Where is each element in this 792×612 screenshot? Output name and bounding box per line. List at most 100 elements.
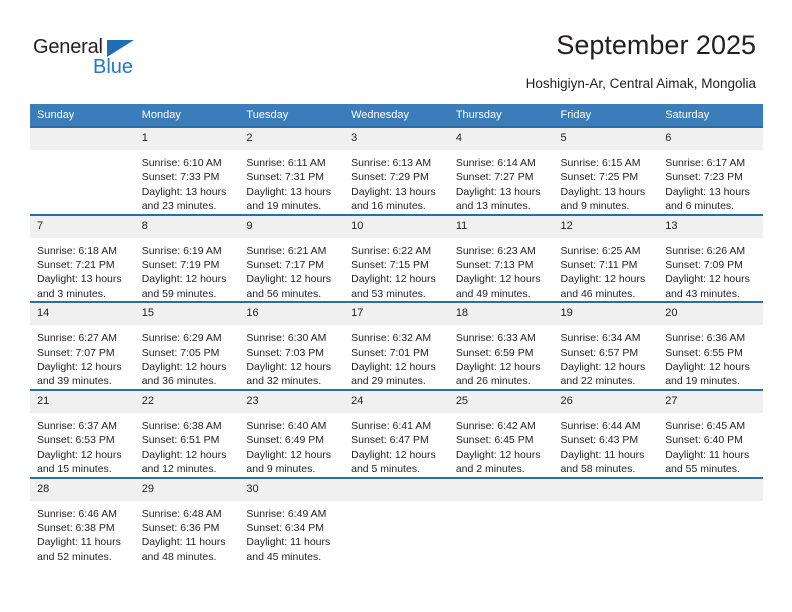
day-details: Sunrise: 6:23 AM Sunset: 7:13 PM Daylight:… [449, 238, 554, 302]
day-number: 24 [344, 390, 449, 413]
day-number [30, 128, 135, 150]
day-number: 26 [553, 390, 659, 413]
calendar-day-cell[interactable]: 30 Sunrise: 6:49 AM Sunset: 6:34 PM Dayligh… [239, 476, 345, 565]
day-number: 4 [448, 128, 554, 150]
calendar-day-cell[interactable]: 3 Sunrise: 6:13 AM Sunset: 7:29 PM Daylight… [344, 126, 449, 215]
day-details: Sunrise: 6:49 AM Sunset: 6:34 PM Daylight:… [239, 501, 344, 565]
calendar-day-cell[interactable]: 22 Sunrise: 6:38 AM Sunset: 6:51 PM Dayligh… [134, 388, 240, 478]
day-number: 12 [553, 215, 659, 238]
daylight-duration-line1: Daylight: 13 hours [246, 185, 332, 198]
sunrise-time: Sunrise: 6:36 AM [665, 332, 746, 345]
day-details: Sunrise: 6:33 AM Sunset: 6:59 PM Daylight:… [449, 325, 554, 389]
day-details: Sunrise: 6:46 AM Sunset: 6:38 PM Daylight:… [30, 501, 135, 565]
calendar-day-cell[interactable]: 26 Sunrise: 6:44 AM Sunset: 6:43 PM Dayligh… [553, 388, 659, 478]
day-details: Sunrise: 6:19 AM Sunset: 7:19 PM Daylight:… [135, 238, 240, 302]
sunrise-time: Sunrise: 6:26 AM [665, 244, 746, 257]
calendar-day-cell-empty [344, 476, 449, 565]
generalblue-logo[interactable]: General Blue [33, 36, 153, 82]
sunrise-time: Sunrise: 6:41 AM [351, 419, 432, 432]
day-details: Sunrise: 6:40 AM Sunset: 6:49 PM Daylight:… [239, 413, 344, 477]
calendar-day-cell[interactable]: 15 Sunrise: 6:29 AM Sunset: 7:05 PM Dayligh… [134, 301, 240, 390]
calendar-day-cell[interactable]: 21 Sunrise: 6:37 AM Sunset: 6:53 PM Dayligh… [30, 388, 135, 478]
calendar-day-cell[interactable]: 9 Sunrise: 6:21 AM Sunset: 7:17 PM Daylight… [239, 213, 345, 303]
daylight-duration-line2: and 48 minutes. [141, 550, 217, 563]
calendar-day-cell[interactable]: 25 Sunrise: 6:42 AM Sunset: 6:45 PM Dayligh… [448, 388, 554, 478]
day-details: Sunrise: 6:41 AM Sunset: 6:47 PM Daylight:… [344, 413, 449, 477]
calendar-day-cell[interactable]: 24 Sunrise: 6:41 AM Sunset: 6:47 PM Dayligh… [344, 388, 449, 478]
calendar-day-cell[interactable]: 28 Sunrise: 6:46 AM Sunset: 6:38 PM Dayligh… [30, 476, 135, 565]
calendar-day-cell[interactable]: 7 Sunrise: 6:18 AM Sunset: 7:21 PM Daylight… [30, 213, 135, 303]
sunrise-time: Sunrise: 6:32 AM [351, 332, 432, 345]
calendar-day-cell[interactable]: 6 Sunrise: 6:17 AM Sunset: 7:23 PM Daylight… [658, 126, 763, 215]
sunrise-time: Sunrise: 6:46 AM [37, 507, 117, 520]
day-details: Sunrise: 6:21 AM Sunset: 7:17 PM Daylight:… [239, 238, 344, 302]
daylight-duration-line1: Daylight: 12 hours [246, 273, 332, 286]
calendar-day-cell[interactable]: 12 Sunrise: 6:25 AM Sunset: 7:11 PM Dayligh… [553, 213, 659, 303]
daylight-duration-line1: Daylight: 12 hours [560, 361, 646, 374]
sunrise-time: Sunrise: 6:30 AM [246, 332, 327, 345]
day-number: 30 [239, 478, 345, 501]
calendar-day-cell[interactable]: 2 Sunrise: 6:11 AM Sunset: 7:31 PM Daylight… [239, 126, 345, 215]
sunrise-time: Sunrise: 6:45 AM [665, 419, 746, 432]
daylight-duration-line2: and 56 minutes. [246, 287, 322, 300]
logo-text-blue: Blue [93, 56, 134, 78]
day-number [344, 478, 449, 501]
daylight-duration-line2: and 59 minutes. [141, 287, 217, 300]
calendar-day-cell[interactable]: 1 Sunrise: 6:10 AM Sunset: 7:33 PM Daylight… [134, 126, 240, 215]
calendar-day-cell[interactable]: 20 Sunrise: 6:36 AM Sunset: 6:55 PM Dayligh… [658, 301, 763, 390]
weekday-header-saturday: Saturday [658, 104, 763, 127]
day-details: Sunrise: 6:26 AM Sunset: 7:09 PM Daylight:… [658, 238, 763, 302]
calendar-day-cell[interactable]: 29 Sunrise: 6:48 AM Sunset: 6:36 PM Dayligh… [134, 476, 240, 565]
daylight-duration-line2: and 52 minutes. [37, 550, 112, 563]
sunset-time: Sunset: 6:59 PM [455, 346, 534, 359]
daylight-duration-line1: Daylight: 12 hours [141, 273, 227, 286]
day-number: 23 [239, 390, 345, 413]
daylight-duration-line2: and 15 minutes. [37, 463, 112, 476]
daylight-duration-line1: Daylight: 12 hours [455, 448, 541, 461]
calendar-page: General Blue September 2025 Hoshigiyn-Ar… [0, 0, 792, 612]
daylight-duration-line2: and 3 minutes. [37, 287, 106, 300]
day-number: 14 [30, 303, 135, 326]
sunrise-time: Sunrise: 6:11 AM [246, 157, 326, 169]
day-number: 11 [448, 215, 554, 238]
daylight-duration-line2: and 13 minutes. [455, 200, 531, 213]
sunrise-time: Sunrise: 6:19 AM [141, 244, 222, 257]
sunset-time: Sunset: 7:15 PM [351, 259, 429, 272]
daylight-duration-line2: and 36 minutes. [141, 375, 217, 388]
daylight-duration-line2: and 23 minutes. [141, 200, 217, 213]
calendar-day-cell[interactable]: 10 Sunrise: 6:22 AM Sunset: 7:15 PM Dayligh… [344, 213, 449, 303]
sunrise-time: Sunrise: 6:25 AM [560, 244, 641, 257]
calendar-day-cell[interactable]: 23 Sunrise: 6:40 AM Sunset: 6:49 PM Dayligh… [239, 388, 345, 478]
calendar-week-row: 21 Sunrise: 6:37 AM Sunset: 6:53 PM Dayligh… [30, 388, 763, 478]
day-number: 15 [134, 303, 240, 326]
daylight-duration-line2: and 22 minutes. [560, 375, 636, 388]
daylight-duration-line2: and 39 minutes. [37, 375, 112, 388]
daylight-duration-line1: Daylight: 12 hours [665, 273, 750, 286]
calendar-day-cell[interactable]: 4 Sunrise: 6:14 AM Sunset: 7:27 PM Daylight… [448, 126, 554, 215]
day-details: Sunrise: 6:27 AM Sunset: 7:07 PM Daylight:… [30, 325, 135, 389]
sunrise-sunset-calendar-table: Sunday Monday Tuesday Wednesday Thursday… [30, 104, 763, 565]
calendar-day-cell[interactable]: 18 Sunrise: 6:33 AM Sunset: 6:59 PM Dayligh… [448, 301, 554, 390]
calendar-day-cell[interactable]: 17 Sunrise: 6:32 AM Sunset: 7:01 PM Dayligh… [344, 301, 449, 390]
daylight-duration-line1: Daylight: 12 hours [351, 448, 436, 461]
daylight-duration-line2: and 58 minutes. [560, 463, 636, 476]
calendar-day-cell[interactable]: 16 Sunrise: 6:30 AM Sunset: 7:03 PM Dayligh… [239, 301, 345, 390]
calendar-day-cell[interactable]: 8 Sunrise: 6:19 AM Sunset: 7:19 PM Daylight… [134, 213, 240, 303]
calendar-day-cell[interactable]: 19 Sunrise: 6:34 AM Sunset: 6:57 PM Dayligh… [553, 301, 659, 390]
sunset-time: Sunset: 7:09 PM [665, 259, 743, 272]
calendar-day-cell[interactable]: 5 Sunrise: 6:15 AM Sunset: 7:25 PM Daylight… [553, 126, 659, 215]
sunset-time: Sunset: 6:51 PM [141, 434, 220, 447]
page-subtitle-location: Hoshigiyn-Ar, Central Aimak, Mongolia [525, 76, 756, 91]
calendar-week-row: 1 Sunrise: 6:10 AM Sunset: 7:33 PM Daylight… [30, 126, 763, 215]
calendar-day-cell[interactable]: 11 Sunrise: 6:23 AM Sunset: 7:13 PM Dayligh… [448, 213, 554, 303]
daylight-duration-line2: and 55 minutes. [665, 463, 740, 476]
sunset-time: Sunset: 7:27 PM [455, 171, 534, 184]
day-details: Sunrise: 6:37 AM Sunset: 6:53 PM Daylight:… [30, 413, 135, 477]
sunset-time: Sunset: 7:13 PM [455, 259, 534, 272]
calendar-day-cell[interactable]: 27 Sunrise: 6:45 AM Sunset: 6:40 PM Dayligh… [658, 388, 763, 478]
calendar-day-cell[interactable]: 14 Sunrise: 6:27 AM Sunset: 7:07 PM Dayligh… [30, 301, 135, 390]
calendar-day-cell[interactable]: 13 Sunrise: 6:26 AM Sunset: 7:09 PM Dayligh… [658, 213, 763, 303]
day-number: 5 [553, 128, 659, 150]
day-number: 17 [344, 303, 449, 326]
day-number: 27 [658, 390, 763, 413]
